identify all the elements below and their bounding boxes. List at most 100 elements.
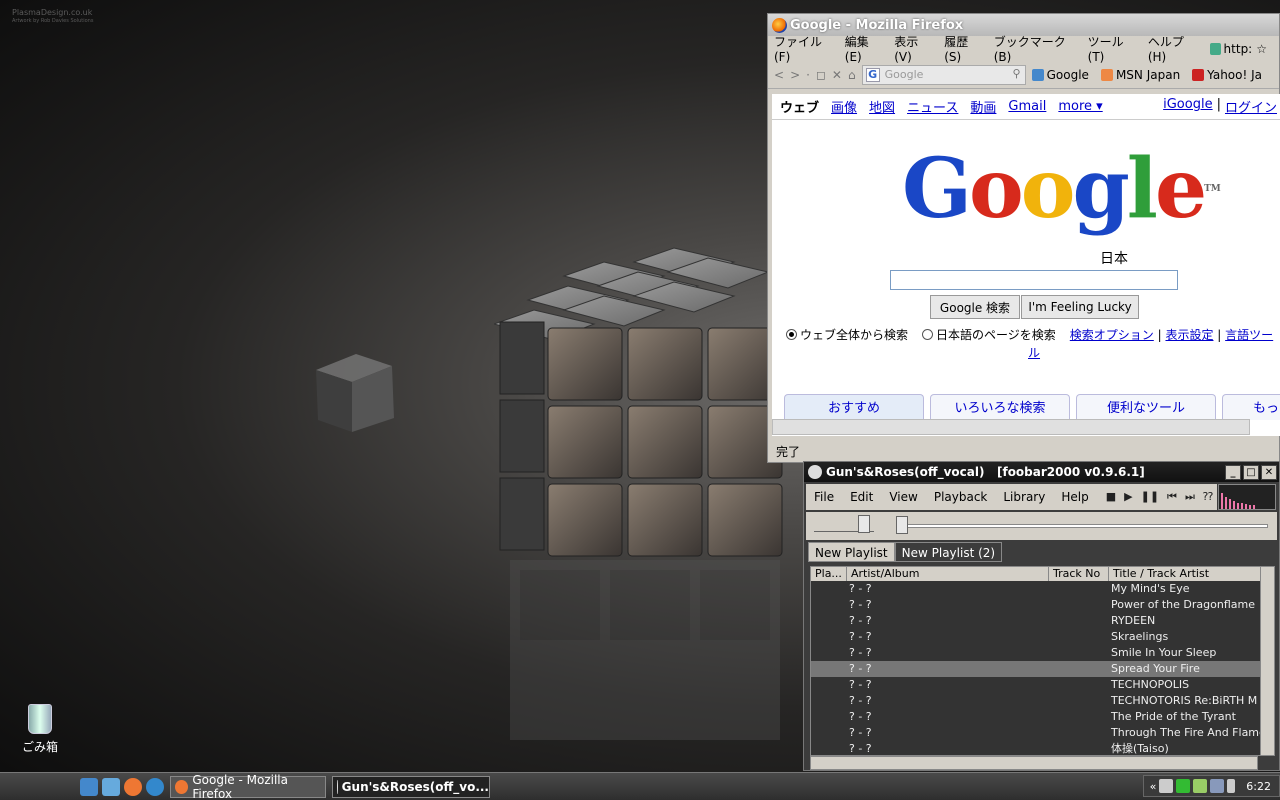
url-bar[interactable]: http: xyxy=(1224,42,1253,56)
tab-recommended[interactable]: おすすめ xyxy=(784,394,924,420)
search-icon[interactable]: ⚲ xyxy=(1013,67,1021,80)
explorer-icon[interactable] xyxy=(102,777,120,796)
menu-bookmarks[interactable]: ブックマーク(B) xyxy=(994,33,1076,64)
battery-icon[interactable] xyxy=(1227,779,1236,793)
nav-more[interactable]: more ▾ xyxy=(1058,99,1102,114)
table-row[interactable]: ? - ? 体操(Taiso) xyxy=(811,741,1274,755)
feeling-lucky-button[interactable]: I'm Feeling Lucky xyxy=(1021,295,1139,319)
google-search-input[interactable] xyxy=(890,270,1178,290)
radio-jp-group[interactable]: 日本語のページを検索 xyxy=(922,326,1056,343)
stop-icon[interactable]: ✕ xyxy=(832,68,842,82)
table-row[interactable]: ? - ? Skraelings xyxy=(811,629,1274,645)
nav-login[interactable]: ログイン xyxy=(1225,97,1277,116)
forward-icon[interactable]: > xyxy=(790,68,800,82)
radio-web[interactable] xyxy=(786,329,797,340)
fb-menu-help[interactable]: Help xyxy=(1061,490,1088,504)
maximize-icon[interactable]: □ xyxy=(1243,464,1259,480)
menu-history[interactable]: 履歴(S) xyxy=(944,33,981,64)
col-title[interactable]: Title / Track Artist xyxy=(1109,567,1261,581)
desktop-recycle-bin[interactable]: ごみ箱 xyxy=(18,704,62,755)
table-row[interactable]: ? - ? Power of the Dragonflame xyxy=(811,597,1274,613)
row-artist: ? - ? xyxy=(849,614,872,627)
pause-icon[interactable]: ❚❚ xyxy=(1141,490,1159,504)
clock[interactable]: 6:22 xyxy=(1246,780,1271,793)
playlist-tab-2[interactable]: New Playlist (2) xyxy=(894,542,1003,562)
bookmark-google[interactable]: Google xyxy=(1031,68,1089,82)
close-icon[interactable]: ✕ xyxy=(1261,464,1277,480)
network-icon[interactable] xyxy=(1210,779,1225,793)
menu-file[interactable]: ファイル(F) xyxy=(774,33,833,64)
table-row[interactable]: ? - ? Smile In Your Sleep xyxy=(811,645,1274,661)
tray-expand[interactable]: « xyxy=(1150,780,1157,793)
table-row[interactable]: ? - ? RYDEEN xyxy=(811,613,1274,629)
search-input[interactable]: G Google ⚲ xyxy=(861,64,1026,85)
nav-gmail[interactable]: Gmail xyxy=(1008,99,1046,114)
link-language-tools-cont[interactable]: ル xyxy=(1028,344,1040,361)
ie-icon[interactable] xyxy=(146,777,164,796)
random-icon[interactable]: ⁇ xyxy=(1203,490,1213,504)
menu-tools[interactable]: ツール(T) xyxy=(1088,33,1136,64)
table-row[interactable]: ? - ? The Pride of the Tyrant xyxy=(811,709,1274,725)
playlist-horizontal-scrollbar[interactable] xyxy=(810,756,1258,770)
bookmark-yahoo[interactable]: Yahoo! Ja xyxy=(1192,68,1262,82)
google-search-button[interactable]: Google 検索 xyxy=(930,295,1020,319)
table-row[interactable]: ? - ? TECHNOPOLIS xyxy=(811,677,1274,693)
playlist-tab-1[interactable]: New Playlist xyxy=(808,542,895,562)
star-icon[interactable]: ☆ xyxy=(1256,42,1267,56)
back-icon[interactable]: < xyxy=(774,68,784,82)
google-search-engine-icon[interactable]: G xyxy=(865,67,880,82)
fb-menu-playback[interactable]: Playback xyxy=(934,490,988,504)
foobar-titlebar[interactable]: Gun's&Roses(off_vocal) [foobar2000 v0.9.… xyxy=(804,462,1279,482)
volume-handle[interactable] xyxy=(858,515,870,533)
col-track-no[interactable]: Track No xyxy=(1049,567,1109,581)
nav-igoogle[interactable]: iGoogle xyxy=(1163,97,1212,116)
link-search-options[interactable]: 検索オプション xyxy=(1070,328,1154,342)
bookmark-msn[interactable]: MSN Japan xyxy=(1100,68,1180,82)
seek-handle[interactable] xyxy=(896,516,908,534)
reload-icon[interactable]: ◻ xyxy=(816,68,826,82)
fb-menu-library[interactable]: Library xyxy=(1003,490,1045,504)
show-desktop-icon[interactable] xyxy=(80,777,98,796)
table-row[interactable]: ? - ? Through The Fire And Flame xyxy=(811,725,1274,741)
menu-edit[interactable]: 編集(E) xyxy=(845,33,882,64)
dropdown-icon[interactable]: · xyxy=(806,68,810,82)
menu-help[interactable]: ヘルプ(H) xyxy=(1148,33,1198,64)
foobar-window[interactable]: Gun's&Roses(off_vocal) [foobar2000 v0.9.… xyxy=(803,461,1280,771)
table-row[interactable]: ? - ? Spread Your Fire xyxy=(811,661,1274,677)
table-row[interactable]: ? - ? My Mind's Eye xyxy=(811,581,1274,597)
table-row[interactable]: ? - ? TECHNOTORIS Re:BiRTH M xyxy=(811,693,1274,709)
tab-more-fun[interactable]: もっと楽しく xyxy=(1222,394,1280,420)
steam-icon[interactable] xyxy=(1159,779,1174,793)
task-foobar[interactable]: Gun's&Roses(off_vo... xyxy=(332,775,490,798)
radio-jp[interactable] xyxy=(922,329,934,340)
horizontal-scrollbar[interactable] xyxy=(772,419,1250,435)
security-icon[interactable] xyxy=(1176,779,1191,793)
minimize-icon[interactable]: _ xyxy=(1225,464,1241,480)
col-artist-album[interactable]: Artist/Album xyxy=(847,567,1049,581)
task-firefox[interactable]: Google - Mozilla Firefox xyxy=(170,773,326,800)
playlist-vertical-scrollbar[interactable] xyxy=(1260,567,1274,755)
play-icon[interactable]: ▶ xyxy=(1124,490,1132,504)
tab-tools[interactable]: 便利なツール xyxy=(1076,394,1216,420)
shield-icon[interactable] xyxy=(1193,779,1208,793)
seek-bar[interactable] xyxy=(896,524,1268,528)
tab-search-types[interactable]: いろいろな検索 xyxy=(930,394,1070,420)
next-icon[interactable]: ⏭ xyxy=(1185,490,1195,504)
fb-menu-edit[interactable]: Edit xyxy=(850,490,873,504)
link-settings[interactable]: 表示設定 xyxy=(1165,328,1213,342)
home-icon[interactable]: ⌂ xyxy=(848,68,856,82)
fb-menu-view[interactable]: View xyxy=(889,490,917,504)
radio-web-group[interactable]: ウェブ全体から検索 xyxy=(786,326,908,343)
fb-menu-file[interactable]: File xyxy=(814,490,834,504)
menu-view[interactable]: 表示(V) xyxy=(894,33,932,64)
nav-video[interactable]: 動画 xyxy=(970,97,996,116)
link-language-tools[interactable]: 言語ツー xyxy=(1225,328,1273,342)
firefox-window[interactable]: Google - Mozilla Firefox ファイル(F) 編集(E) 表… xyxy=(767,13,1280,463)
firefox-launch-icon[interactable] xyxy=(124,777,142,796)
col-playing[interactable]: Pla... xyxy=(811,567,847,581)
previous-icon[interactable]: ⏮ xyxy=(1167,490,1177,504)
nav-images[interactable]: 画像 xyxy=(831,97,857,116)
stop-icon[interactable]: ■ xyxy=(1106,490,1116,504)
nav-news[interactable]: ニュース xyxy=(907,97,958,116)
nav-maps[interactable]: 地図 xyxy=(869,97,895,116)
